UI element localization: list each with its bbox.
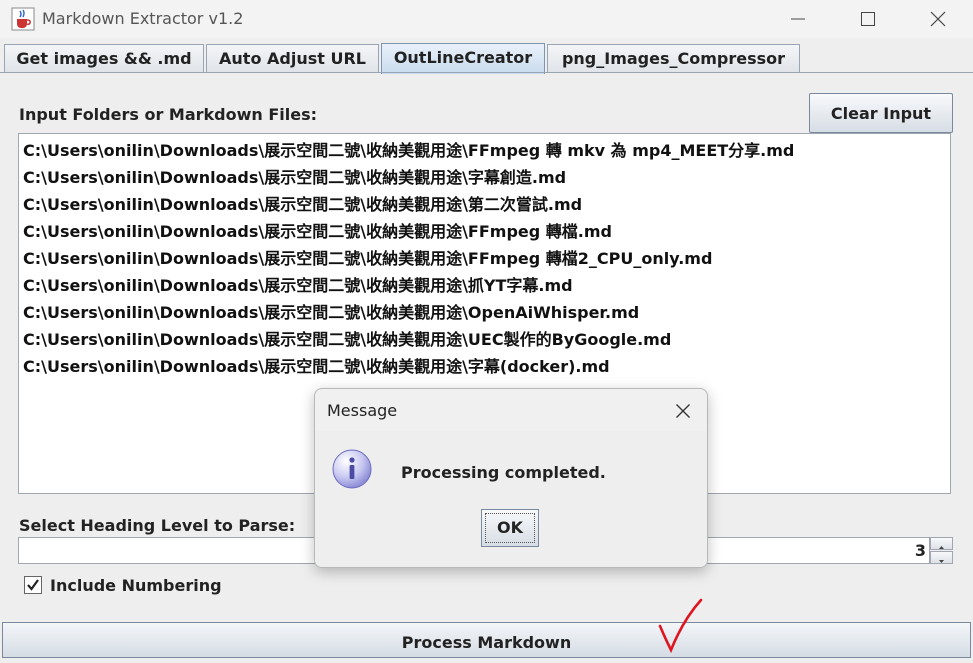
ok-button[interactable]: OK (481, 509, 539, 547)
spinner-buttons (930, 537, 953, 564)
tab-get-images[interactable]: Get images && .md (4, 44, 204, 73)
list-item[interactable]: C:\Users\onilin\Downloads\展示空間二號\收納美觀用途\… (23, 191, 582, 218)
list-item[interactable]: C:\Users\onilin\Downloads\展示空間二號\收納美觀用途\… (23, 353, 610, 380)
include-numbering-checkbox[interactable] (24, 576, 42, 594)
minimize-button[interactable] (775, 0, 821, 38)
clear-input-button[interactable]: Clear Input (809, 93, 953, 133)
heading-level-label: Select Heading Level to Parse: (19, 516, 296, 535)
close-icon (930, 11, 946, 27)
list-item[interactable]: C:\Users\onilin\Downloads\展示空間二號\收納美觀用途\… (23, 164, 566, 191)
dialog-body: Processing completed. OK (315, 431, 707, 567)
red-checkmark-annotation (658, 598, 703, 654)
process-markdown-button[interactable]: Process Markdown (2, 622, 971, 658)
dialog-title: Message (327, 401, 398, 420)
list-item[interactable]: C:\Users\onilin\Downloads\展示空間二號\收納美觀用途\… (23, 245, 712, 272)
spinner-down-button[interactable] (930, 551, 953, 564)
tab-divider (0, 72, 973, 73)
list-item[interactable]: C:\Users\onilin\Downloads\展示空間二號\收納美觀用途\… (23, 272, 573, 299)
include-numbering-label[interactable]: Include Numbering (50, 576, 222, 595)
maximize-icon (861, 12, 875, 26)
list-item[interactable]: C:\Users\onilin\Downloads\展示空間二號\收納美觀用途\… (23, 299, 639, 326)
close-icon (676, 404, 690, 418)
title-bar: Markdown Extractor v1.2 (0, 0, 973, 38)
minimize-icon (791, 18, 805, 20)
list-item[interactable]: C:\Users\onilin\Downloads\展示空間二號\收納美觀用途\… (23, 137, 794, 164)
list-item[interactable]: C:\Users\onilin\Downloads\展示空間二號\收納美觀用途\… (23, 326, 671, 353)
dialog-message: Processing completed. (401, 463, 606, 482)
tab-png-images-compressor[interactable]: png_Images_Compressor (547, 44, 800, 73)
java-cup-icon (11, 7, 35, 31)
chevron-down-icon (939, 560, 944, 563)
dialog-close-button[interactable] (665, 393, 701, 429)
maximize-button[interactable] (845, 0, 891, 38)
info-icon (332, 449, 372, 489)
spinner-up-button[interactable] (930, 537, 953, 550)
close-button[interactable] (915, 0, 961, 38)
input-files-label: Input Folders or Markdown Files: (19, 105, 318, 124)
list-item[interactable]: C:\Users\onilin\Downloads\展示空間二號\收納美觀用途\… (23, 218, 612, 245)
heading-level-value: 3 (914, 541, 926, 560)
tab-auto-adjust-url[interactable]: Auto Adjust URL (206, 44, 379, 73)
tab-bar: Get images && .md Auto Adjust URL OutLin… (0, 43, 973, 74)
tab-outline-creator[interactable]: OutLineCreator (381, 43, 545, 74)
window-title: Markdown Extractor v1.2 (42, 9, 244, 28)
checkmark-icon (27, 579, 39, 591)
message-dialog: Message Processing completed. OK (314, 388, 708, 568)
